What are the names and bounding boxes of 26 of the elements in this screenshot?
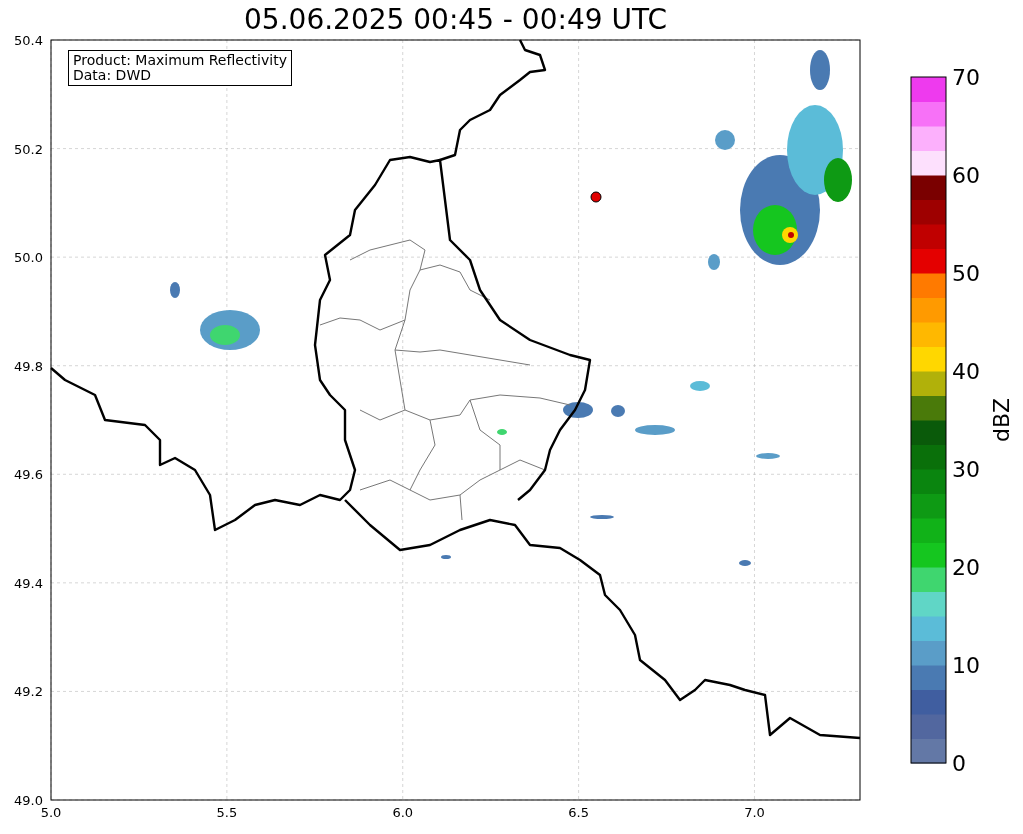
colorbar-tick-label: 10 — [952, 653, 980, 678]
plot-title: 05.06.2025 00:45 - 00:49 UTC — [244, 4, 667, 36]
y-tick-label: 49.6 — [14, 467, 43, 483]
legend-text: Data: DWD — [73, 68, 152, 83]
y-tick-label: 49.2 — [14, 684, 43, 700]
colorbar-label: dBZ — [989, 397, 1014, 443]
y-tick-label: 50.2 — [14, 141, 43, 157]
y-tick-label: 49.8 — [14, 358, 43, 374]
x-tick-label: 6.0 — [392, 805, 414, 820]
x-tick-label: 7.0 — [744, 805, 765, 820]
y-tick-label: 50.4 — [14, 33, 43, 48]
y-tick-label: 49.4 — [14, 575, 43, 591]
y-tick-label: 50.0 — [14, 250, 43, 266]
colorbar-tick-label: 60 — [952, 163, 980, 188]
colorbar-tick-label: 40 — [952, 359, 980, 384]
legend-text: Product: Maximum Reflectivity — [73, 53, 287, 68]
colorbar-tick-label: 50 — [952, 261, 980, 286]
colorbar-tick-label: 70 — [952, 65, 980, 90]
colorbar-tick-label: 20 — [952, 555, 980, 580]
colorbar-tick-label: 30 — [952, 457, 980, 482]
x-tick-label: 5.0 — [40, 805, 62, 820]
colorbar-tick-label: 0 — [952, 751, 966, 776]
y-tick-label: 49.0 — [14, 793, 43, 808]
x-tick-label: 6.5 — [568, 805, 589, 820]
location-marker — [590, 191, 602, 203]
x-tick-label: 5.5 — [216, 805, 238, 820]
